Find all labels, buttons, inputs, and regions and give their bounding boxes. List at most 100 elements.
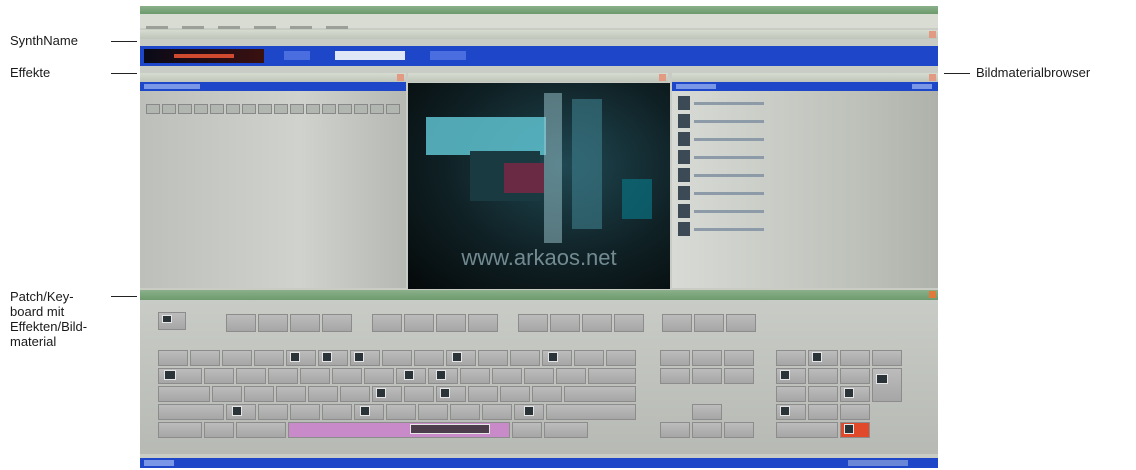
patch-key[interactable] [158,404,224,420]
patch-key[interactable] [308,386,338,402]
patch-key[interactable] [574,350,604,366]
patch-key[interactable] [322,404,352,420]
patch-key[interactable] [322,314,352,332]
patch-key[interactable] [614,314,644,332]
patch-key[interactable] [840,350,870,366]
patch-key[interactable] [236,422,286,438]
patch-key[interactable] [158,350,188,366]
patch-key[interactable] [724,422,754,438]
patch-key[interactable] [660,368,690,384]
patch-key[interactable] [544,422,588,438]
patch-key[interactable] [492,368,522,384]
patch-key[interactable] [364,368,394,384]
patch-key[interactable] [418,404,448,420]
patch-key[interactable] [518,314,548,332]
effect-icon[interactable] [306,104,320,114]
patch-key[interactable] [556,368,586,384]
effect-icon[interactable] [226,104,240,114]
patch-key[interactable] [808,404,838,420]
list-item[interactable] [678,96,798,112]
patch-key[interactable] [300,368,330,384]
patch-key[interactable] [450,404,480,420]
patch-key[interactable] [222,350,252,366]
patch-key[interactable] [582,314,612,332]
patch-key[interactable] [204,422,234,438]
patch-key[interactable] [808,386,838,402]
effect-icon[interactable] [338,104,352,114]
patch-key[interactable] [468,314,498,332]
patch-key[interactable] [158,422,202,438]
patch-key[interactable] [808,368,838,384]
patch-key[interactable] [244,386,274,402]
patch-key[interactable] [236,368,266,384]
list-item[interactable] [678,222,798,238]
patch-key[interactable] [546,404,636,420]
patch-key[interactable] [872,350,902,366]
patch-key[interactable] [692,422,722,438]
patch-key[interactable] [532,386,562,402]
patch-key[interactable] [276,386,306,402]
effect-icon[interactable] [290,104,304,114]
patch-key[interactable] [726,314,756,332]
patch-key[interactable] [776,350,806,366]
patch-key[interactable] [692,404,722,420]
status-buttons[interactable] [144,460,174,466]
patch-key[interactable] [694,314,724,332]
list-item[interactable] [678,186,798,202]
patch-key[interactable] [414,350,444,366]
menu-item[interactable] [218,26,241,29]
patch-key[interactable] [524,368,554,384]
effect-icon[interactable] [274,104,288,114]
list-item[interactable] [678,150,798,166]
patch-key[interactable] [212,386,242,402]
patch-key[interactable] [386,404,416,420]
effect-icon[interactable] [162,104,176,114]
browser-tabs[interactable] [676,84,716,89]
patch-key[interactable] [332,368,362,384]
menu-item[interactable] [182,26,205,29]
patch-key[interactable] [468,386,498,402]
patch-key[interactable] [436,314,466,332]
effect-icon[interactable] [386,104,400,114]
effect-icon[interactable] [354,104,368,114]
list-item[interactable] [678,132,798,148]
patch-key[interactable] [840,368,870,384]
effect-icon[interactable] [178,104,192,114]
patch-key[interactable] [268,368,298,384]
window-close-icon[interactable] [397,74,404,81]
effects-tabs[interactable] [144,84,200,89]
patch-key[interactable] [500,386,530,402]
patch-key[interactable] [606,350,636,366]
effect-icon[interactable] [146,104,160,114]
patch-key[interactable] [404,386,434,402]
patch-key[interactable] [840,404,870,420]
effect-icon[interactable] [370,104,384,114]
patch-key[interactable] [404,314,434,332]
patch-key[interactable] [226,314,256,332]
patch-key[interactable] [290,404,320,420]
patch-key[interactable] [776,386,806,402]
patch-key[interactable] [510,350,540,366]
effect-icon[interactable] [242,104,256,114]
menu-item[interactable] [254,26,277,29]
list-item[interactable] [678,204,798,220]
patch-key[interactable] [372,314,402,332]
patch-key[interactable] [776,422,838,438]
effect-icon[interactable] [194,104,208,114]
browser-buttons[interactable] [912,84,932,89]
toolbar-button[interactable] [284,51,310,60]
patch-key[interactable] [460,368,490,384]
patch-key[interactable] [550,314,580,332]
patch-key[interactable] [204,368,234,384]
patch-key[interactable] [254,350,284,366]
window-close-icon[interactable] [929,74,936,81]
window-close-icon[interactable] [659,74,666,81]
synth-name-field[interactable] [335,51,405,60]
patch-key[interactable] [692,368,722,384]
patch-key[interactable] [724,350,754,366]
list-item[interactable] [678,114,798,130]
patch-key[interactable] [340,386,370,402]
patch-key[interactable] [512,422,542,438]
effect-icon[interactable] [258,104,272,114]
patch-key[interactable] [382,350,412,366]
